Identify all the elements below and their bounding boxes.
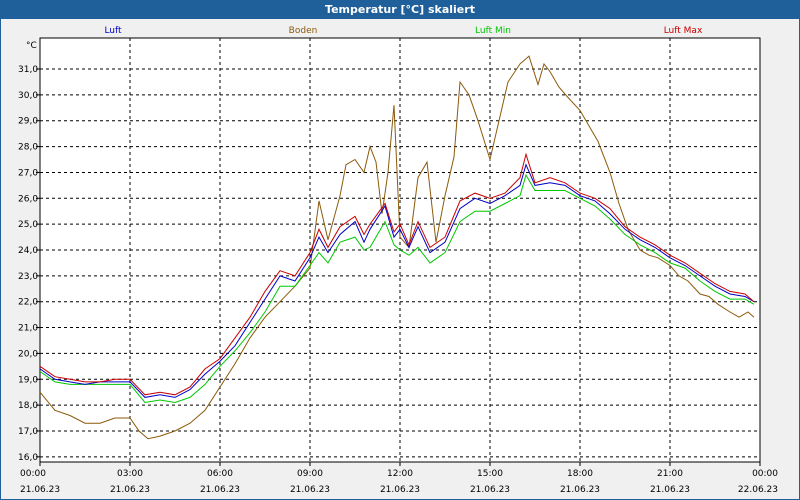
y-tick-label: 24,0 — [18, 246, 38, 256]
temperature-chart: Luft Boden Luft Min Luft Max °C 16,0 17,0 18,0… — [18, 26, 778, 495]
x-tick-time: 15:00 — [477, 469, 503, 479]
y-tick-label: 17,0 — [18, 427, 38, 437]
x-tick-date: 21.06.23 — [650, 485, 690, 495]
legend-entry: Luft Min — [475, 26, 511, 36]
legend: Luft Boden Luft Min Luft Max — [104, 26, 703, 36]
y-axis-unit: °C — [26, 41, 37, 51]
x-tick-time: 03:00 — [117, 469, 143, 479]
x-tick-time: 12:00 — [387, 469, 413, 479]
x-tick-date: 22.06.23 — [738, 485, 778, 495]
y-tick-label: 20,0 — [18, 349, 38, 359]
y-tick-label: 31,0 — [18, 65, 38, 75]
x-tick-date: 21.06.23 — [560, 485, 600, 495]
x-tick-date: 21.06.23 — [470, 485, 510, 495]
x-tick-date: 21.06.23 — [200, 485, 240, 495]
y-tick-label: 18,0 — [18, 401, 38, 411]
y-axis: °C 16,0 17,0 18,0 19,0 20,0 21,0 22,0 23,0 24,0 25… — [18, 41, 40, 463]
x-tick-date: 21.06.23 — [20, 485, 60, 495]
y-tick-label: 25,0 — [18, 220, 38, 230]
y-tick-label: 23,0 — [18, 272, 38, 282]
x-tick-date: 21.06.23 — [110, 485, 150, 495]
legend-entry: Luft — [104, 26, 122, 36]
legend-entry: Boden — [289, 26, 318, 36]
y-tick-label: 30,0 — [18, 91, 38, 101]
y-tick-label: 29,0 — [18, 117, 38, 127]
y-tick-label: 22,0 — [18, 298, 38, 308]
x-axis: 00:00 21.06.23 03:00 21.06.23 06:00 21.06.23 0… — [20, 462, 778, 495]
y-tick-label: 27,0 — [18, 168, 38, 178]
x-tick-time: 21:00 — [657, 469, 683, 479]
y-tick-label: 19,0 — [18, 375, 38, 385]
x-tick-time: 06:00 — [207, 469, 233, 479]
x-tick-time: 09:00 — [297, 469, 323, 479]
x-tick-time: 18:00 — [567, 469, 593, 479]
x-tick-date: 21.06.23 — [380, 485, 420, 495]
y-tick-label: 26,0 — [18, 194, 38, 204]
y-tick-label: 16,0 — [18, 453, 38, 463]
y-tick-label: 21,0 — [18, 324, 38, 334]
x-tick-time: 00:00 — [20, 469, 46, 479]
x-tick-date: 21.06.23 — [290, 485, 330, 495]
legend-entry: Luft Max — [664, 26, 703, 36]
x-tick-time: 00:00 — [752, 469, 778, 479]
y-tick-label: 28,0 — [18, 143, 38, 153]
